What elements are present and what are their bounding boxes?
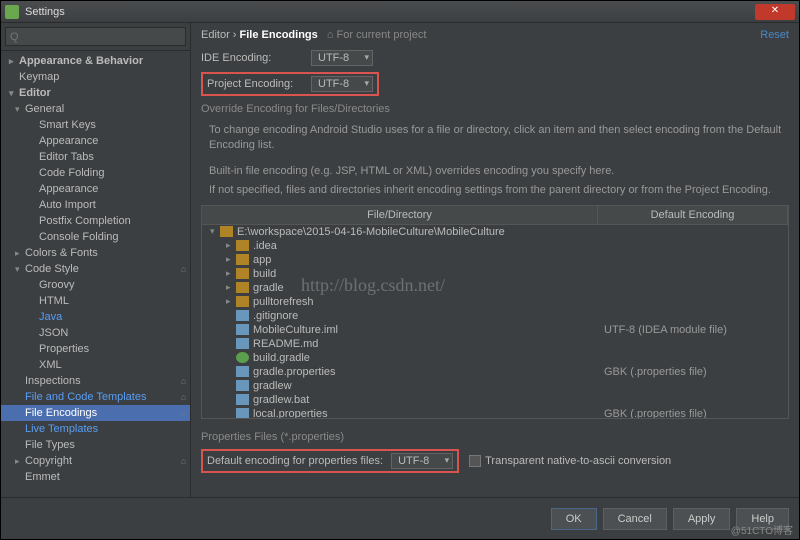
table-row[interactable]: .gitignore (202, 309, 788, 323)
sidebar-item[interactable]: Live Templates (1, 421, 190, 437)
sidebar-item[interactable]: Emmet (1, 469, 190, 485)
table-row[interactable]: ▸build (202, 267, 788, 281)
file-icon (236, 366, 249, 377)
sidebar-item[interactable]: Editor Tabs (1, 149, 190, 165)
apply-button[interactable]: Apply (673, 508, 731, 530)
sidebar-item[interactable]: ▾Code Style⌂ (1, 261, 190, 277)
override-heading: Override Encoding for Files/Directories (201, 103, 789, 115)
sidebar-item[interactable]: File and Code Templates⌂ (1, 389, 190, 405)
override-desc1: To change encoding Android Studio uses f… (209, 123, 789, 154)
sidebar-item[interactable]: File Types (1, 437, 190, 453)
sidebar-item[interactable]: Appearance (1, 181, 190, 197)
table-row[interactable]: build.gradle (202, 351, 788, 365)
titlebar: Settings ✕ (1, 1, 799, 23)
transparent-label: Transparent native-to-ascii conversion (485, 455, 671, 467)
sidebar-item[interactable]: JSON (1, 325, 190, 341)
sidebar-item[interactable]: File Encodings⌂ (1, 405, 190, 421)
sidebar-item[interactable]: Postfix Completion (1, 213, 190, 229)
override-desc3: If not specified, files and directories … (209, 183, 789, 198)
folder-icon (236, 296, 249, 307)
sidebar: ▸Appearance & BehaviorKeymap▾Editor▾Gene… (1, 23, 191, 497)
sidebar-item[interactable]: Groovy (1, 277, 190, 293)
table-row[interactable]: ▸gradle (202, 281, 788, 295)
project-encoding-label: Project Encoding: (207, 78, 311, 90)
project-encoding-highlight: Project Encoding: UTF-8 (201, 72, 379, 96)
sidebar-item[interactable]: Properties (1, 341, 190, 357)
sidebar-item[interactable]: ▾Editor (1, 85, 190, 101)
file-icon (236, 338, 249, 349)
sidebar-item[interactable]: Appearance (1, 133, 190, 149)
ide-encoding-label: IDE Encoding: (201, 52, 311, 64)
sidebar-item[interactable]: Keymap (1, 69, 190, 85)
project-encoding-dropdown[interactable]: UTF-8 (311, 76, 373, 92)
file-icon (236, 324, 249, 335)
sidebar-item[interactable]: ▾General (1, 101, 190, 117)
search-row (1, 23, 190, 51)
sidebar-item[interactable]: HTML (1, 293, 190, 309)
sidebar-item[interactable]: ▸Appearance & Behavior (1, 53, 190, 69)
sidebar-item[interactable]: Java (1, 309, 190, 325)
table-row[interactable]: gradle.propertiesGBK (.properties file) (202, 365, 788, 379)
gradle-icon (236, 352, 249, 363)
folder-icon (236, 254, 249, 265)
window-title: Settings (25, 6, 755, 18)
table-row[interactable]: ▾E:\workspace\2015-04-16-MobileCulture\M… (202, 225, 788, 239)
properties-highlight: Default encoding for properties files: U… (201, 449, 459, 473)
sidebar-item[interactable]: Auto Import (1, 197, 190, 213)
dialog-footer: OK Cancel Apply Help (1, 497, 799, 539)
cancel-button[interactable]: Cancel (603, 508, 667, 530)
folder-icon (236, 240, 249, 251)
sidebar-item[interactable]: ▸Colors & Fonts (1, 245, 190, 261)
close-icon[interactable]: ✕ (755, 4, 795, 20)
table-row[interactable]: MobileCulture.imlUTF-8 (IDEA module file… (202, 323, 788, 337)
app-icon (5, 5, 19, 19)
ok-button[interactable]: OK (551, 508, 597, 530)
table-row[interactable]: README.md (202, 337, 788, 351)
table-row[interactable]: ▸pulltorefresh (202, 295, 788, 309)
reset-link[interactable]: Reset (760, 29, 789, 41)
table-row[interactable]: gradlew (202, 379, 788, 393)
ide-encoding-dropdown[interactable]: UTF-8 (311, 50, 373, 66)
settings-tree[interactable]: ▸Appearance & BehaviorKeymap▾Editor▾Gene… (1, 51, 190, 497)
breadcrumb: Editor › File Encodings ⌂ For current pr… (201, 29, 426, 41)
folder-icon (220, 226, 233, 237)
table-row[interactable]: gradlew.bat (202, 393, 788, 407)
search-input[interactable] (5, 27, 186, 46)
sidebar-item[interactable]: ▸Copyright⌂ (1, 453, 190, 469)
file-icon (236, 310, 249, 321)
properties-label: Default encoding for properties files: (207, 455, 383, 467)
file-icon (236, 394, 249, 405)
properties-dropdown[interactable]: UTF-8 (391, 453, 453, 469)
table-row[interactable]: ▸app (202, 253, 788, 267)
sidebar-item[interactable]: Inspections⌂ (1, 373, 190, 389)
table-header: File/Directory Default Encoding (202, 206, 788, 225)
table-row[interactable]: ▸.idea (202, 239, 788, 253)
properties-heading: Properties Files (*.properties) (201, 431, 789, 443)
sidebar-item[interactable]: Code Folding (1, 165, 190, 181)
folder-icon (236, 282, 249, 293)
sidebar-item[interactable]: XML (1, 357, 190, 373)
folder-icon (236, 268, 249, 279)
encoding-table[interactable]: File/Directory Default Encoding ▾E:\work… (201, 205, 789, 419)
content-pane: Editor › File Encodings ⌂ For current pr… (191, 23, 799, 497)
file-icon (236, 380, 249, 391)
override-desc2: Built-in file encoding (e.g. JSP, HTML o… (209, 164, 789, 179)
file-icon (236, 408, 249, 419)
sidebar-item[interactable]: Console Folding (1, 229, 190, 245)
table-row[interactable]: local.propertiesGBK (.properties file) (202, 407, 788, 419)
sidebar-item[interactable]: Smart Keys (1, 117, 190, 133)
transparent-checkbox[interactable] (469, 455, 481, 467)
brand-footer: @51CTO博客 (731, 522, 793, 537)
